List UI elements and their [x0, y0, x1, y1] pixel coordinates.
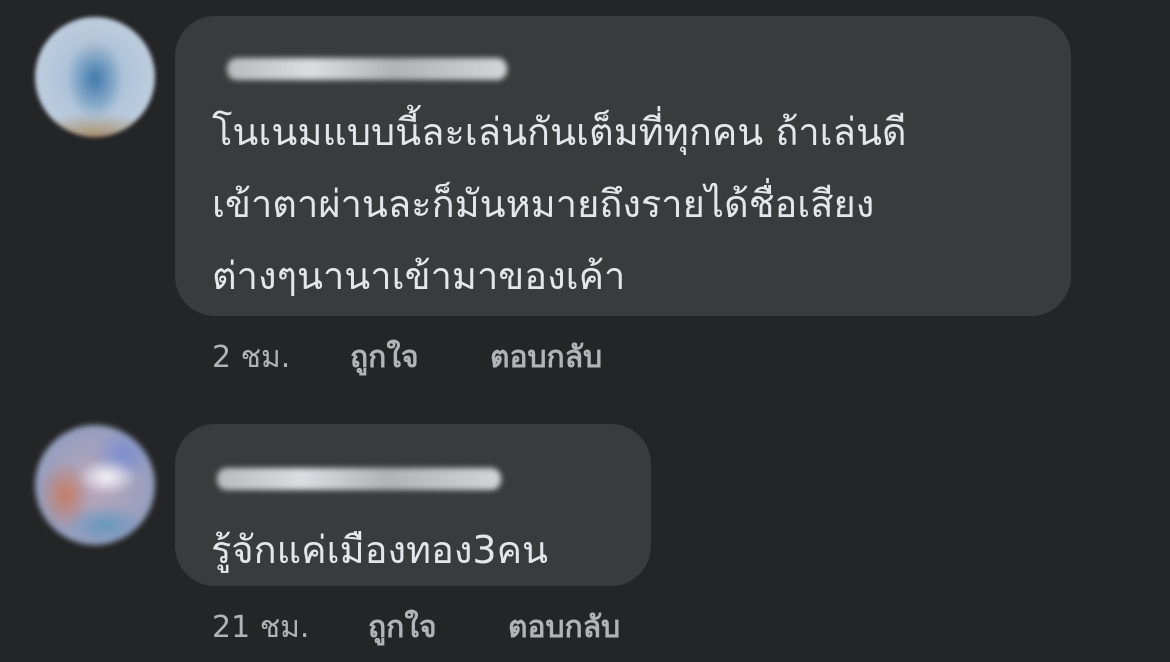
- comment-bubble: รู้จักแค่เมืองทอง3คน: [175, 424, 651, 586]
- comment-line: เข้าตาผ่านละก็มันหมายถึงรายได้ชื่อเสียง: [212, 182, 875, 226]
- comment-text: รู้จักแค่เมืองทอง3คน: [211, 514, 548, 586]
- author-name-redacted[interactable]: [217, 468, 501, 490]
- reply-button[interactable]: ตอบกลับ: [490, 338, 602, 378]
- like-button[interactable]: ถูกใจ: [368, 608, 437, 648]
- comment-text: โนเนมแบบนี้ละเล่นกันเต็มที่ทุกคน ถ้าเล่น…: [212, 96, 907, 312]
- comment-bubble: โนเนมแบบนี้ละเล่นกันเต็มที่ทุกคน ถ้าเล่น…: [175, 16, 1071, 316]
- like-button[interactable]: ถูกใจ: [350, 338, 419, 378]
- comment-timestamp[interactable]: 21 ชม.: [212, 608, 309, 648]
- comment-line: รู้จักแค่เมืองทอง3คน: [211, 528, 549, 572]
- author-name-redacted[interactable]: [227, 58, 507, 80]
- comment-line: ต่างๆนานาเข้ามาของเค้า: [212, 254, 626, 298]
- reply-button[interactable]: ตอบกลับ: [508, 608, 620, 648]
- comment-line: โนเนมแบบนี้ละเล่นกันเต็มที่ทุกคน ถ้าเล่น…: [212, 110, 907, 154]
- avatar[interactable]: [35, 17, 155, 137]
- comment-timestamp[interactable]: 2 ชม.: [212, 338, 290, 378]
- avatar[interactable]: [35, 425, 155, 545]
